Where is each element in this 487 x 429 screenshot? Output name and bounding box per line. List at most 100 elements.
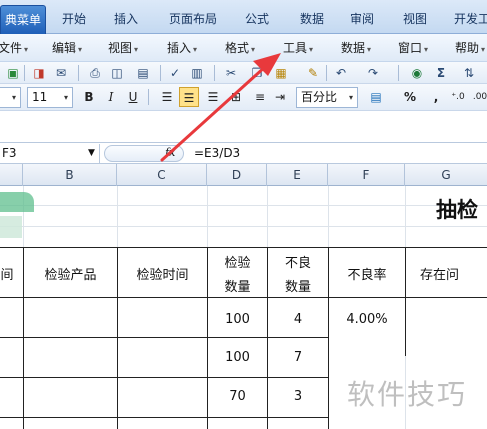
toolbar-separator xyxy=(398,65,399,81)
worksheet-grid[interactable]: 抽检 间 检验产品 检验时间 检验 数量 不良 数量 不良率 存在问 100 4… xyxy=(0,186,487,429)
print-icon[interactable]: ⎙ xyxy=(86,64,104,82)
email-icon[interactable]: ✉ xyxy=(52,64,70,82)
header-cell-qty-line1[interactable]: 检验 xyxy=(208,252,267,271)
merge-center-icon[interactable]: ⊞ xyxy=(226,87,246,107)
menu-file[interactable]: 文件 ▾ xyxy=(0,34,28,62)
save-icon[interactable]: ▣ xyxy=(4,64,22,82)
paste-icon[interactable]: ▦ xyxy=(272,64,290,82)
logo-shape xyxy=(0,192,34,212)
research-book-icon[interactable]: ▥ xyxy=(188,64,206,82)
menu-window[interactable]: 窗口 ▾ xyxy=(398,34,428,62)
column-header-e[interactable]: E xyxy=(267,164,328,186)
tab-page-layout[interactable]: 页面布局 xyxy=(160,5,226,34)
permission-icon[interactable]: ◨ xyxy=(30,64,48,82)
undo-icon[interactable]: ↶ xyxy=(332,64,350,82)
insert-function-icon[interactable]: fx xyxy=(165,146,175,159)
tab-classic-menu[interactable]: 典菜单 xyxy=(0,5,46,34)
chevron-down-icon: ▾ xyxy=(11,93,16,102)
header-cell-rate[interactable]: 不良率 xyxy=(329,264,405,283)
increase-decimal-icon[interactable]: ⁺.0 xyxy=(448,87,468,107)
redo-icon[interactable]: ↷ xyxy=(364,64,382,82)
font-name-combo[interactable]: ▾ xyxy=(0,87,21,108)
number-format-combo[interactable]: 百分比 ▾ xyxy=(296,87,358,108)
column-header-b[interactable]: B xyxy=(23,164,117,186)
menu-help[interactable]: 帮助 ▾ xyxy=(455,34,485,62)
cell-bad-row3[interactable]: 3 xyxy=(268,389,328,404)
menu-data[interactable]: 数据 ▾ xyxy=(341,34,371,62)
hyperlink-icon[interactable]: ◉ xyxy=(408,64,426,82)
column-header-a[interactable] xyxy=(0,164,23,186)
bold-button[interactable]: B xyxy=(79,87,99,107)
toolbar-separator xyxy=(148,89,149,105)
chevron-down-icon[interactable]: ▼ xyxy=(88,144,95,163)
comma-style-button[interactable]: , xyxy=(426,87,446,107)
cell-bad-row1[interactable]: 4 xyxy=(268,312,328,327)
tab-formulas[interactable]: 公式 xyxy=(235,5,279,34)
menu-insert[interactable]: 插入 ▾ xyxy=(167,34,197,62)
tab-data[interactable]: 数据 xyxy=(290,5,334,34)
autosum-icon[interactable]: Σ xyxy=(432,64,450,82)
align-left-icon[interactable]: ☰ xyxy=(157,87,177,107)
header-cell-a[interactable]: 间 xyxy=(0,264,14,283)
print-preview-icon[interactable]: ◫ xyxy=(108,64,126,82)
header-cell-bad-line1[interactable]: 不良 xyxy=(268,252,328,271)
table-border xyxy=(0,337,328,338)
underline-button[interactable]: U xyxy=(123,87,143,107)
name-box[interactable]: F3 xyxy=(0,144,100,163)
column-header-g[interactable]: G xyxy=(405,164,487,186)
align-right-icon[interactable]: ☰ xyxy=(203,87,223,107)
classic-menu-bar: 文件 ▾ 编辑 ▾ 视图 ▾ 插入 ▾ 格式 ▾ 工具 ▾ 数据 ▾ 窗口 ▾ 帮助 ▾ xyxy=(0,34,487,62)
currency-icon[interactable]: ▤ xyxy=(366,87,386,107)
header-cell-product[interactable]: 检验产品 xyxy=(24,264,117,283)
formula-input[interactable]: =E3/D3 xyxy=(194,143,240,163)
toolbar-separator xyxy=(160,65,161,81)
tab-insert[interactable]: 插入 xyxy=(104,5,148,34)
menu-edit[interactable]: 编辑 ▾ xyxy=(52,34,82,62)
copy-icon[interactable]: ❐ xyxy=(248,64,266,82)
header-cell-bad-line2[interactable]: 数量 xyxy=(268,276,328,295)
toolbar-separator xyxy=(24,65,25,81)
research-icon[interactable]: ▤ xyxy=(134,64,152,82)
cell-rate-row1[interactable]: 4.00% xyxy=(329,312,405,327)
cut-icon[interactable]: ✂ xyxy=(222,64,240,82)
italic-button[interactable]: I xyxy=(101,87,121,107)
indent-icon[interactable]: ⇥ xyxy=(270,87,290,107)
decrease-decimal-icon[interactable]: .00 xyxy=(470,87,487,107)
tab-developer[interactable]: 开发工 xyxy=(450,5,487,34)
column-header-d[interactable]: D xyxy=(207,164,267,186)
chevron-down-icon: ▾ xyxy=(63,93,68,102)
formatting-toolbar: ▾ 11 ▾ B I U ☰ ☰ ☰ ⊞ ≡ ⇥ 百分比 ▾ ▤ % , ⁺.0 .… xyxy=(0,84,487,111)
format-painter-icon[interactable]: ✎ xyxy=(304,64,322,82)
column-header-c[interactable]: C xyxy=(117,164,207,186)
header-cell-issue[interactable]: 存在问 xyxy=(420,264,487,283)
sort-ascending-icon[interactable]: ⇅ xyxy=(460,64,478,82)
spelling-icon[interactable]: ✓ xyxy=(166,64,184,82)
watermark-text: 软件技巧 xyxy=(347,378,468,411)
toolbar-separator xyxy=(214,65,215,81)
column-headers: B C D E F G xyxy=(0,164,487,186)
cell-bad-row2[interactable]: 7 xyxy=(268,350,328,365)
justify-icon[interactable]: ≡ xyxy=(250,87,270,107)
header-cell-qty-line2[interactable]: 数量 xyxy=(208,276,267,295)
percent-style-button[interactable]: % xyxy=(400,87,420,107)
tab-review[interactable]: 审阅 xyxy=(340,5,384,34)
gridline xyxy=(0,226,487,227)
table-border xyxy=(0,297,487,298)
formula-bar: F3 ▼ fx =E3/D3 xyxy=(0,142,487,164)
menu-tools[interactable]: 工具 ▾ xyxy=(283,34,313,62)
cell-qty-row1[interactable]: 100 xyxy=(208,312,267,327)
font-size-combo[interactable]: 11 ▾ xyxy=(27,87,73,108)
header-cell-time[interactable]: 检验时间 xyxy=(118,264,207,283)
sheet-title: 抽检 xyxy=(436,198,478,222)
cell-qty-row3[interactable]: 70 xyxy=(208,389,267,404)
column-header-f[interactable]: F xyxy=(328,164,405,186)
menu-view[interactable]: 视图 ▾ xyxy=(108,34,138,62)
align-center-icon[interactable]: ☰ xyxy=(179,87,199,107)
menu-format[interactable]: 格式 ▾ xyxy=(225,34,255,62)
toolbar-separator xyxy=(326,65,327,81)
tab-home[interactable]: 开始 xyxy=(52,5,96,34)
tab-view[interactable]: 视图 xyxy=(393,5,437,34)
standard-toolbar: ▣ ◨ ✉ ⎙ ◫ ▤ ✓ ▥ ✂ ❐ ▦ ✎ ↶ ↷ ◉ Σ ⇅ xyxy=(0,62,487,84)
cell-qty-row2[interactable]: 100 xyxy=(208,350,267,365)
table-border xyxy=(0,377,328,378)
